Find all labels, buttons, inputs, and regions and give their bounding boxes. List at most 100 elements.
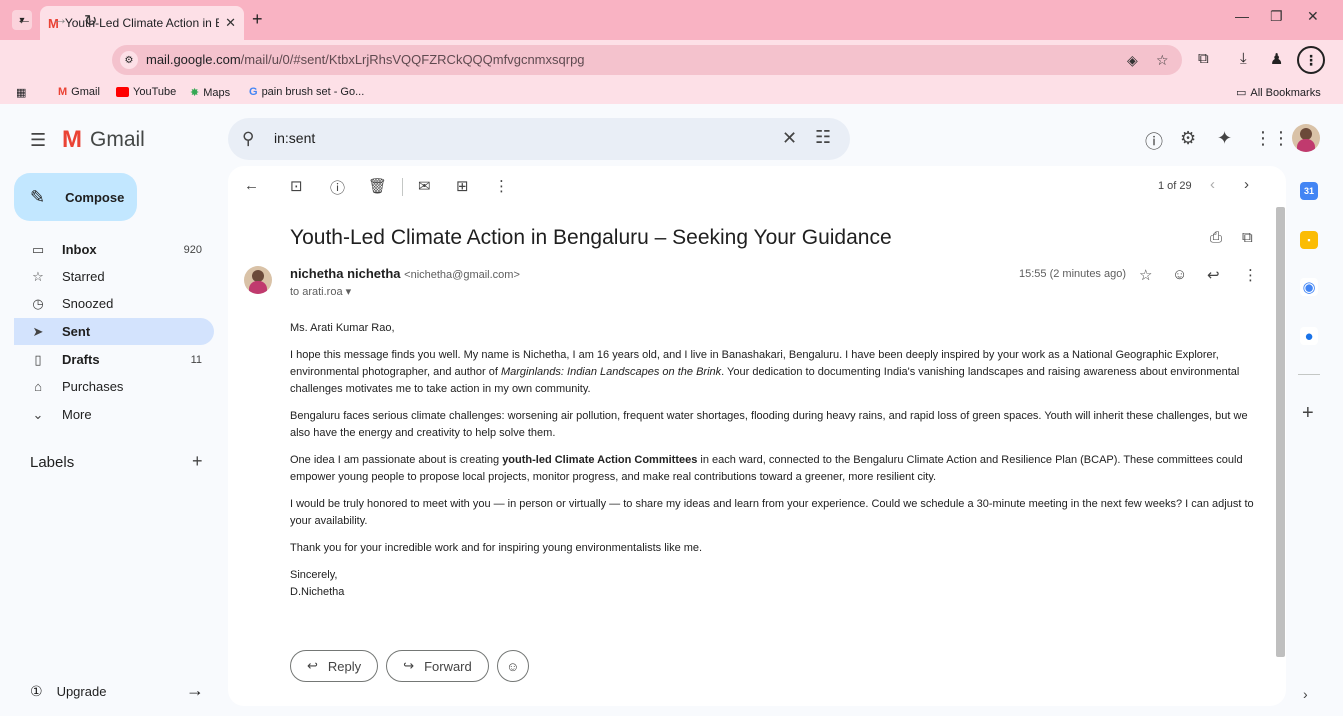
lens-icon[interactable]: ◈ <box>1127 52 1138 69</box>
folder-icon: ▭ <box>1236 87 1247 99</box>
emoji-icon: ☺ <box>506 658 520 674</box>
bookmark-youtube[interactable]: YouTube <box>116 86 176 98</box>
older-chevron-icon[interactable]: › <box>1244 176 1249 193</box>
google-g-icon: G <box>249 86 258 98</box>
all-bookmarks[interactable]: ▭ All Bookmarks <box>1236 86 1321 100</box>
downloads-icon[interactable]: ⤓ <box>1240 50 1247 67</box>
chrome-menu-icon[interactable]: ⋮ <box>1297 46 1325 74</box>
search-icon[interactable]: ⚲ <box>242 129 254 149</box>
paragraph-5: Thank you for your incredible work and f… <box>290 542 703 554</box>
paragraph-1: I hope this message finds you well. My n… <box>290 349 1240 395</box>
paragraph-3: One idea I am passionate about is creati… <box>290 454 1243 483</box>
move-to-icon[interactable]: ⊞ <box>456 177 469 195</box>
send-icon: ➤ <box>32 323 44 339</box>
gemini-sparkle-icon[interactable]: ✦ <box>1217 128 1232 149</box>
clock-icon: ◷ <box>32 295 44 311</box>
contacts-icon[interactable]: ● <box>1300 327 1318 345</box>
profile-avatar-icon[interactable]: ♟ <box>1270 50 1283 68</box>
closing: Sincerely, <box>290 569 338 581</box>
main-menu-icon[interactable]: ☰ <box>30 130 46 151</box>
mark-unread-icon[interactable]: ✉ <box>418 177 431 195</box>
google-apps-icon[interactable]: ⋮⋮ <box>1254 128 1290 149</box>
star-icon: ☆ <box>32 268 44 284</box>
star-message-icon[interactable]: ☆ <box>1139 266 1152 284</box>
url-text[interactable]: mail.google.com/mail/u/0/#sent/KtbxLrjRh… <box>146 52 585 67</box>
forward-button[interactable]: ↪ Forward <box>386 650 489 682</box>
more-actions-icon[interactable]: ⋮ <box>494 177 509 195</box>
minimize-icon[interactable]: — <box>1235 8 1249 24</box>
pencil-icon: ✎ <box>30 186 46 207</box>
upgrade-arrow-icon[interactable]: → <box>186 680 204 701</box>
bookmark-gmail[interactable]: M Gmail <box>58 86 100 98</box>
window-close-icon[interactable]: ✕ <box>1307 8 1319 25</box>
nav-item-more[interactable]: ⌄ More <box>14 401 214 428</box>
compose-button[interactable]: ✎ Compose <box>14 173 137 221</box>
storage-info-icon: ① <box>30 683 43 699</box>
message-more-icon[interactable]: ⋮ <box>1243 266 1258 284</box>
extensions-icon[interactable]: ⧉ <box>1198 50 1209 67</box>
apps-grid-icon[interactable]: ▦ <box>16 86 26 99</box>
labels-heading: Labels <box>30 454 75 471</box>
account-avatar[interactable] <box>1292 124 1320 152</box>
support-icon[interactable]: ⓘ <box>1145 128 1163 154</box>
nav-item-inbox[interactable]: ▭ Inbox 920 <box>14 236 214 263</box>
forward-nav-icon[interactable]: → <box>52 11 68 29</box>
open-new-window-icon[interactable]: ⧉ <box>1242 229 1253 246</box>
paragraph-4: I would be truly honored to meet with yo… <box>290 498 1254 527</box>
pagination-count: 1 of 29 <box>1158 180 1192 192</box>
get-addons-icon[interactable]: + <box>1302 402 1314 425</box>
gmail-logo[interactable]: M Gmail <box>62 126 145 154</box>
bookmark-star-icon[interactable]: ☆ <box>1156 52 1169 69</box>
recipient-line[interactable]: to arati.roa ▾ <box>290 285 351 298</box>
keep-icon[interactable]: ▪ <box>1300 231 1318 249</box>
delete-icon[interactable]: 🗑 <box>368 177 387 195</box>
gmail-m-icon: M <box>62 126 82 153</box>
reply-icon: ↩ <box>307 658 318 673</box>
report-spam-icon[interactable]: ⓘ <box>330 177 345 198</box>
signature: D.Nichetha <box>290 586 345 598</box>
reply-arrow-icon[interactable]: ↩ <box>1207 266 1220 284</box>
search-input[interactable] <box>274 130 754 146</box>
back-to-list-icon[interactable]: ← <box>244 177 259 194</box>
add-label-icon[interactable]: + <box>192 451 203 472</box>
shopping-bag-icon: ⌂ <box>34 379 42 394</box>
print-icon[interactable]: ⎙ <box>1210 229 1222 246</box>
calendar-icon[interactable]: 31 <box>1300 182 1318 200</box>
nav-item-starred[interactable]: ☆ Starred <box>14 263 214 290</box>
upgrade-button[interactable]: ① Upgrade <box>30 683 106 700</box>
greeting: Ms. Arati Kumar Rao, <box>290 322 395 334</box>
nav-item-snoozed[interactable]: ◷ Snoozed <box>14 290 214 317</box>
emoji-reaction-button[interactable]: ☺ <box>496 650 529 682</box>
forward-arrow-icon: ↪ <box>403 658 415 673</box>
newer-chevron-icon[interactable]: ‹ <box>1210 176 1215 193</box>
nav-item-drafts[interactable]: ▯ Drafts 11 <box>14 346 214 373</box>
bookmark-google-search[interactable]: Gpain brush set - Go... <box>249 86 364 98</box>
message-subject: Youth-Led Climate Action in Bengaluru – … <box>290 226 892 249</box>
restore-icon[interactable]: ❐ <box>1270 8 1283 25</box>
emoji-react-icon[interactable]: ☺ <box>1172 266 1187 283</box>
reply-actions: ↩ Reply ↪ Forward ☺ <box>290 650 529 682</box>
nav-item-purchases[interactable]: ⌂ Purchases <box>14 373 214 400</box>
back-icon[interactable]: ← <box>16 11 32 29</box>
scrollbar[interactable] <box>1276 207 1285 657</box>
sender-name[interactable]: nichetha nichetha <box>290 266 401 281</box>
bookmark-maps[interactable]: ✸ Maps <box>190 86 230 100</box>
clear-search-icon[interactable]: ✕ <box>782 128 797 149</box>
archive-icon[interactable]: ⊡ <box>290 177 303 195</box>
inbox-icon: ▭ <box>31 241 45 257</box>
settings-gear-icon[interactable]: ⚙ <box>1180 128 1196 149</box>
expand-side-panel-icon[interactable]: › <box>1303 686 1308 702</box>
site-settings-icon[interactable]: ⚙ <box>120 51 138 69</box>
nav-item-sent[interactable]: ➤ Sent <box>14 318 214 345</box>
browser-tab[interactable]: M Youth-Led Climate Action in Be ✕ <box>40 6 244 40</box>
tasks-icon[interactable]: ◉ <box>1300 278 1318 296</box>
tab-close-icon[interactable]: ✕ <box>225 15 236 31</box>
bookmarks-bar: ▦ M Gmail YouTube ✸ Maps Gpain brush set -… <box>0 80 1343 104</box>
reload-icon[interactable]: ↻ <box>84 11 97 31</box>
message-body: Ms. Arati Kumar Rao, I hope this message… <box>290 320 1260 601</box>
sender-line: nichetha nichetha <nichetha@gmail.com> <box>290 266 520 281</box>
new-tab-icon[interactable]: + <box>252 9 263 30</box>
reply-button[interactable]: ↩ Reply <box>290 650 379 682</box>
search-options-icon[interactable]: ☷ <box>815 127 831 148</box>
sender-avatar[interactable] <box>244 266 272 294</box>
